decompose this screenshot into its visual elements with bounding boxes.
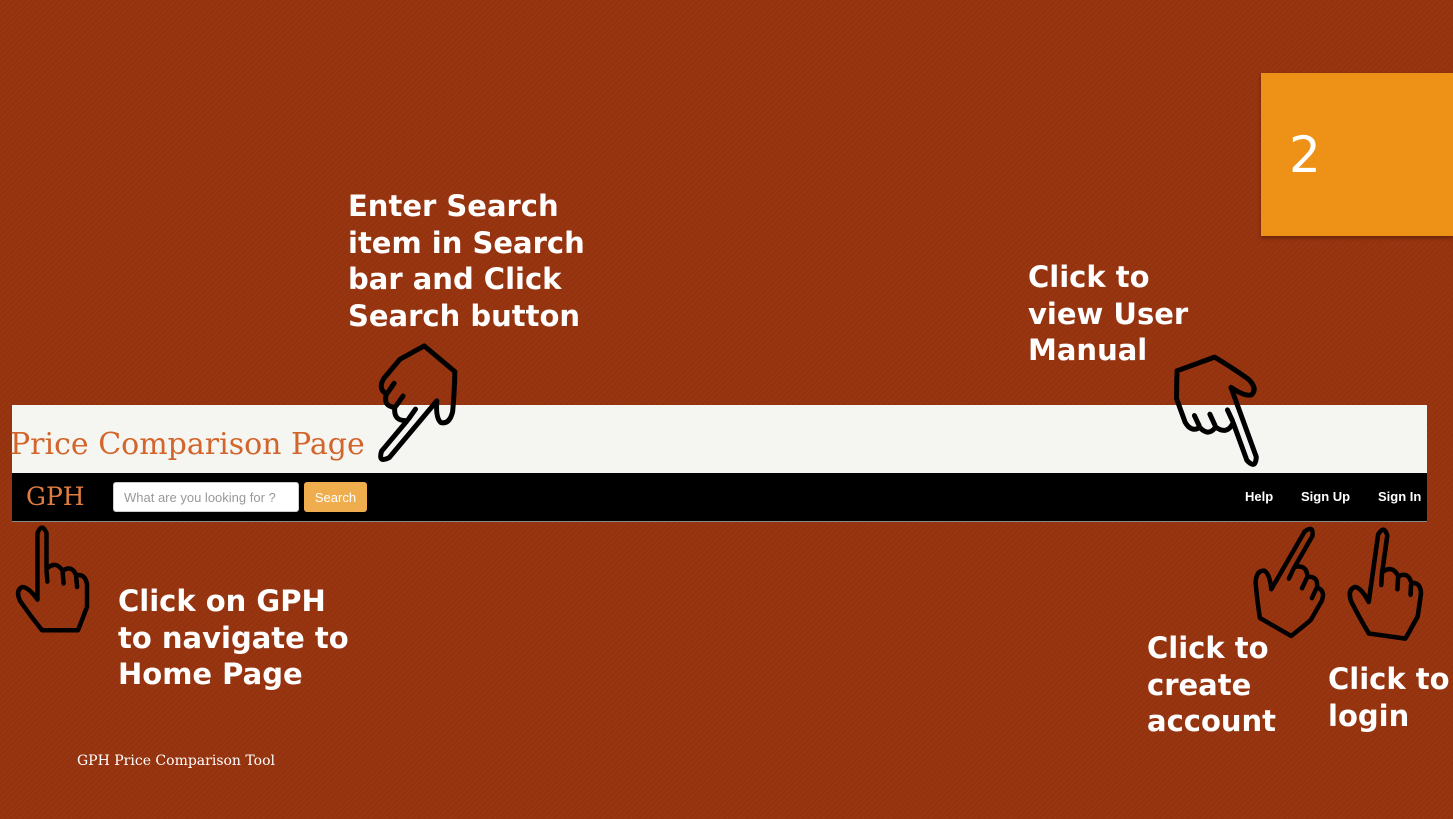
callout-search-line: bar and Click bbox=[348, 262, 562, 296]
callout-search-line: Enter Search bbox=[348, 189, 559, 223]
callout-help: Click to view User Manual bbox=[1028, 259, 1188, 369]
sign-up-link[interactable]: Sign Up bbox=[1301, 488, 1350, 506]
callout-help-line: Manual bbox=[1028, 333, 1148, 367]
callout-signin: Click to login bbox=[1328, 661, 1450, 734]
search-input[interactable] bbox=[113, 482, 299, 512]
callout-signup-line: Click to bbox=[1147, 631, 1269, 665]
callout-home-line: Click on GPH bbox=[118, 584, 326, 618]
help-link[interactable]: Help bbox=[1245, 488, 1273, 506]
callout-home: Click on GPH to navigate to Home Page bbox=[118, 583, 349, 693]
callout-signup-line: account bbox=[1147, 704, 1277, 738]
callout-signup-line: create bbox=[1147, 667, 1252, 702]
page-title: Price Comparison Page bbox=[10, 427, 365, 462]
sign-in-link[interactable]: Sign In bbox=[1378, 488, 1421, 506]
callout-signup: Click to create account bbox=[1147, 630, 1276, 740]
slide-number: 2 bbox=[1289, 126, 1321, 184]
callout-signin-line: login bbox=[1328, 698, 1410, 733]
callout-help-line: view User bbox=[1028, 296, 1189, 331]
callout-home-line: Home Page bbox=[118, 657, 303, 691]
navbar: GPH Search Help Sign Up Sign In bbox=[12, 473, 1427, 522]
callout-help-line: Click to bbox=[1028, 260, 1150, 294]
brand-link[interactable]: GPH bbox=[26, 481, 85, 513]
app-title-banner: Price Comparison Page bbox=[10, 405, 1427, 473]
callout-search-line: item in Search bbox=[348, 225, 585, 260]
callout-signin-line: Click to bbox=[1328, 662, 1450, 696]
callout-search-line: Search button bbox=[348, 298, 581, 333]
pointing-hand-icon bbox=[0, 0, 1, 1]
search-button[interactable]: Search bbox=[304, 482, 367, 512]
slide-footer: GPH Price Comparison Tool bbox=[77, 753, 275, 769]
slide-number-box: 2 bbox=[1261, 73, 1453, 236]
callout-search: Enter Search item in Search bar and Clic… bbox=[348, 188, 585, 334]
callout-home-line: to navigate to bbox=[118, 620, 349, 655]
